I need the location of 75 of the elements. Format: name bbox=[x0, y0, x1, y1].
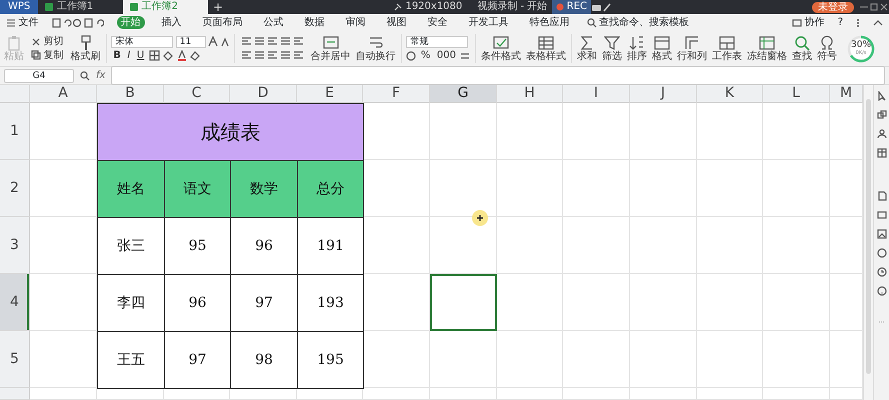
menu-tab[interactable]: 特色应用 bbox=[526, 16, 574, 29]
toolbar-button[interactable]: 排序 bbox=[627, 35, 648, 62]
cut-button[interactable]: 剪切 bbox=[29, 36, 66, 48]
number-format-dropdown[interactable]: 常规 bbox=[406, 36, 468, 48]
column-header[interactable]: M bbox=[830, 85, 863, 103]
toolbar-button[interactable]: 行和列 bbox=[677, 35, 708, 62]
record-button[interactable]: REC bbox=[552, 0, 591, 14]
command-search[interactable]: 查找命令、搜索模板 bbox=[586, 14, 689, 31]
table-title: 成绩表 bbox=[97, 103, 364, 161]
style-button[interactable]: U bbox=[134, 50, 146, 62]
menu-tab[interactable]: 审阅 bbox=[342, 16, 370, 29]
row-header[interactable]: 2 bbox=[0, 160, 30, 217]
column-header[interactable]: G bbox=[430, 85, 497, 103]
toolbar-button[interactable]: 冻结窗格 bbox=[747, 35, 788, 62]
column-header[interactable]: L bbox=[763, 85, 830, 103]
collaborate-button[interactable]: 协作 bbox=[792, 14, 825, 31]
font-dropdown[interactable]: 宋体 bbox=[111, 36, 174, 48]
toolbar-button[interactable]: 工作表 bbox=[712, 35, 742, 62]
font-size-dropdown[interactable]: 11 bbox=[176, 36, 206, 48]
toolbar-button[interactable]: 符号 bbox=[817, 35, 838, 62]
new-tab-button[interactable]: + bbox=[208, 0, 228, 14]
number-format-button[interactable]: 000 bbox=[434, 50, 458, 62]
column-header[interactable]: I bbox=[563, 85, 630, 103]
function-button[interactable]: fx bbox=[96, 68, 106, 83]
tab-label: 工作簿1 bbox=[56, 0, 94, 14]
style-button[interactable]: I bbox=[125, 50, 132, 62]
name-box[interactable]: G4 bbox=[4, 68, 74, 82]
speed-percent: 30% bbox=[850, 40, 872, 50]
number-format-button[interactable]: % bbox=[418, 50, 432, 62]
menu-tab[interactable]: 视图 bbox=[382, 16, 410, 29]
merge-center-button[interactable]: 合并居中 bbox=[310, 35, 351, 62]
column-heading: 数学 bbox=[230, 160, 298, 218]
app-tab[interactable]: WPS bbox=[0, 0, 38, 14]
style-button[interactable]: B bbox=[111, 50, 123, 62]
column-header[interactable]: H bbox=[497, 85, 563, 103]
toolbar-button[interactable]: 条件格式 bbox=[481, 35, 522, 62]
document-tab[interactable]: 工作簿2 bbox=[123, 0, 208, 14]
resolution-label: 1920x1080 bbox=[405, 0, 462, 14]
tab-label: 工作簿2 bbox=[142, 0, 178, 14]
toolbar-button[interactable]: 求和 bbox=[577, 35, 598, 62]
row-header[interactable]: 5 bbox=[0, 331, 30, 388]
menu-tab[interactable]: 公式 bbox=[260, 16, 288, 29]
table-cell: 王五 bbox=[97, 331, 165, 389]
column-heading: 姓名 bbox=[97, 160, 165, 218]
column-header[interactable]: A bbox=[30, 85, 97, 103]
format-painter-button[interactable]: 格式刷 bbox=[70, 35, 100, 62]
table-cell: 195 bbox=[297, 331, 364, 389]
column-header[interactable]: B bbox=[97, 85, 164, 103]
column-header[interactable]: J bbox=[630, 85, 697, 103]
column-header[interactable]: F bbox=[363, 85, 430, 103]
menu-tab[interactable]: 插入 bbox=[158, 16, 186, 29]
toolbar-button[interactable]: 格式 bbox=[652, 35, 672, 62]
row-header[interactable]: 1 bbox=[0, 103, 30, 160]
toolbar-button[interactable]: 查找 bbox=[792, 35, 812, 62]
document-tab[interactable]: 工作簿1 bbox=[38, 0, 124, 14]
row-header[interactable]: 3 bbox=[0, 217, 30, 274]
menu-tab[interactable]: 数据 bbox=[300, 16, 328, 29]
toolbar-button[interactable]: 筛选 bbox=[602, 35, 622, 62]
menu-tab[interactable]: 页面布局 bbox=[198, 16, 246, 29]
column-header[interactable]: K bbox=[697, 85, 763, 103]
column-heading: 总分 bbox=[297, 160, 364, 218]
column-header[interactable]: D bbox=[230, 85, 297, 103]
menu-tab[interactable]: 开始 bbox=[116, 16, 144, 29]
row-header[interactable]: 4 bbox=[0, 274, 30, 331]
column-heading: 语文 bbox=[164, 160, 231, 218]
menu-tab[interactable]: 安全 bbox=[424, 16, 452, 29]
help-button[interactable]: ? bbox=[838, 14, 843, 31]
menu-tab[interactable]: 开发工具 bbox=[464, 16, 512, 29]
file-menu[interactable]: 文件 bbox=[6, 14, 38, 31]
recorder-label: 视频录制 - 开始 bbox=[477, 0, 548, 14]
toolbar-button[interactable]: 表格样式 bbox=[526, 35, 566, 62]
column-header[interactable]: C bbox=[164, 85, 230, 103]
column-header[interactable]: E bbox=[297, 85, 363, 103]
wrap-text-button[interactable]: 自动换行 bbox=[356, 35, 396, 62]
copy-button[interactable]: 复制 bbox=[29, 50, 66, 61]
